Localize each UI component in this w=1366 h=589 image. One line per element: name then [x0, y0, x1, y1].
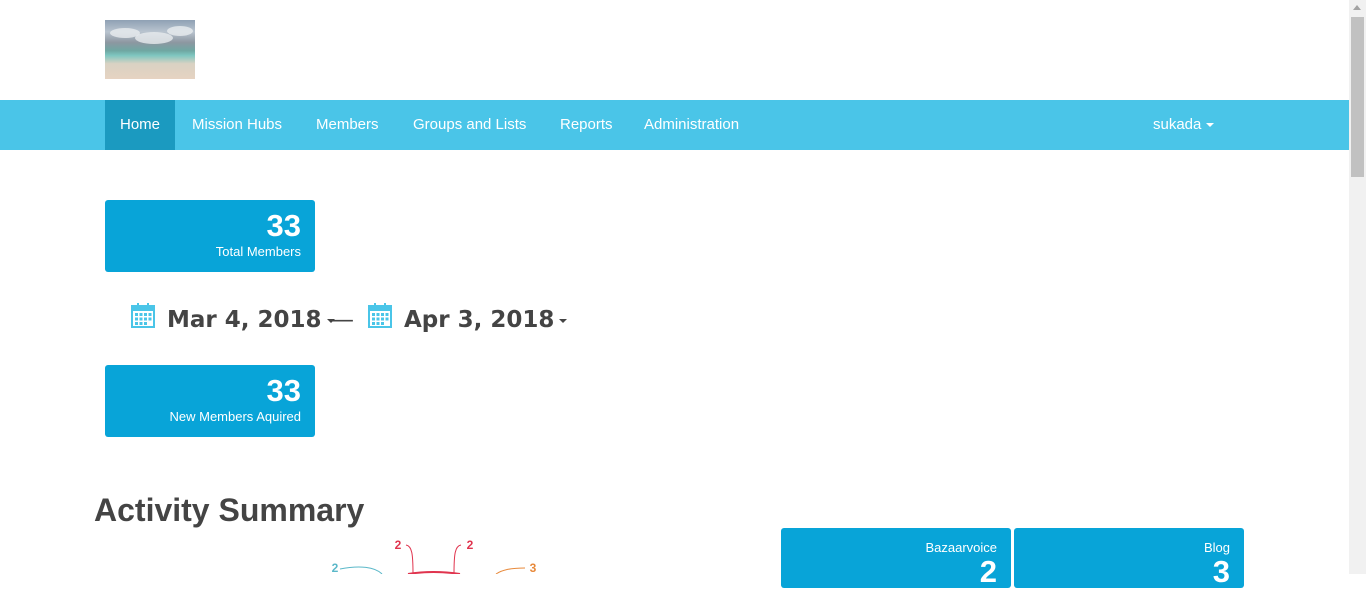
chart-leader-line [453, 544, 462, 574]
chart-leader-line [405, 544, 414, 574]
end-date-text: Apr 3, 2018 [404, 307, 555, 333]
nav-administration[interactable]: Administration [629, 100, 754, 150]
chart-data-label: 2 [332, 561, 339, 574]
start-date-text: Mar 4, 2018 [167, 307, 322, 333]
channel-label: Blog [1203, 540, 1230, 555]
caret-down-icon [1206, 123, 1215, 128]
chart-data-label: 2 [395, 538, 402, 552]
site-logo[interactable] [105, 20, 195, 79]
channel-card-blog[interactable]: Blog 3 [1014, 528, 1244, 588]
caret-down-icon [559, 318, 568, 323]
new-members-label: New Members Aquired [169, 409, 302, 424]
nav-groups-and-lists[interactable]: Groups and Lists [398, 100, 541, 150]
start-date-picker[interactable]: Mar 4, 2018 [131, 302, 335, 338]
nav-members[interactable]: Members [301, 100, 394, 150]
calendar-icon [131, 302, 155, 339]
channel-label: Bazaarvoice [925, 540, 997, 555]
channel-card-bazaarvoice[interactable]: Bazaarvoice 2 [781, 528, 1011, 588]
nav-mission-hubs[interactable]: Mission Hubs [177, 100, 297, 150]
user-name: sukada [1153, 116, 1202, 133]
main-navbar: Home Mission Hubs Members Groups and Lis… [0, 100, 1349, 150]
chart-leader-line [495, 567, 526, 574]
total-members-value: 33 [266, 208, 301, 243]
total-members-label: Total Members [215, 244, 301, 259]
nav-home[interactable]: Home [105, 100, 176, 150]
date-separator: — [331, 307, 354, 333]
end-date-picker[interactable]: Apr 3, 2018 [368, 302, 568, 339]
channel-value: 2 [979, 554, 997, 589]
activity-donut-chart: 2 2 2 3 [332, 538, 537, 574]
chart-data-label: 3 [530, 561, 537, 574]
new-members-value: 33 [266, 373, 301, 408]
scroll-up-arrow-icon[interactable] [1353, 5, 1361, 10]
chart-data-label: 2 [467, 538, 474, 552]
chart-leader-line [339, 566, 383, 574]
vertical-scrollbar[interactable] [1349, 0, 1366, 574]
total-members-card: 33 Total Members [105, 200, 315, 272]
scrollbar-thumb[interactable] [1351, 17, 1364, 177]
nav-reports[interactable]: Reports [545, 100, 628, 150]
activity-summary-title: Activity Summary [94, 492, 365, 528]
calendar-icon [368, 302, 392, 339]
new-members-card: 33 New Members Aquired [105, 365, 315, 437]
user-menu-dropdown[interactable]: sukada [1138, 100, 1229, 150]
channel-value: 3 [1212, 554, 1230, 589]
